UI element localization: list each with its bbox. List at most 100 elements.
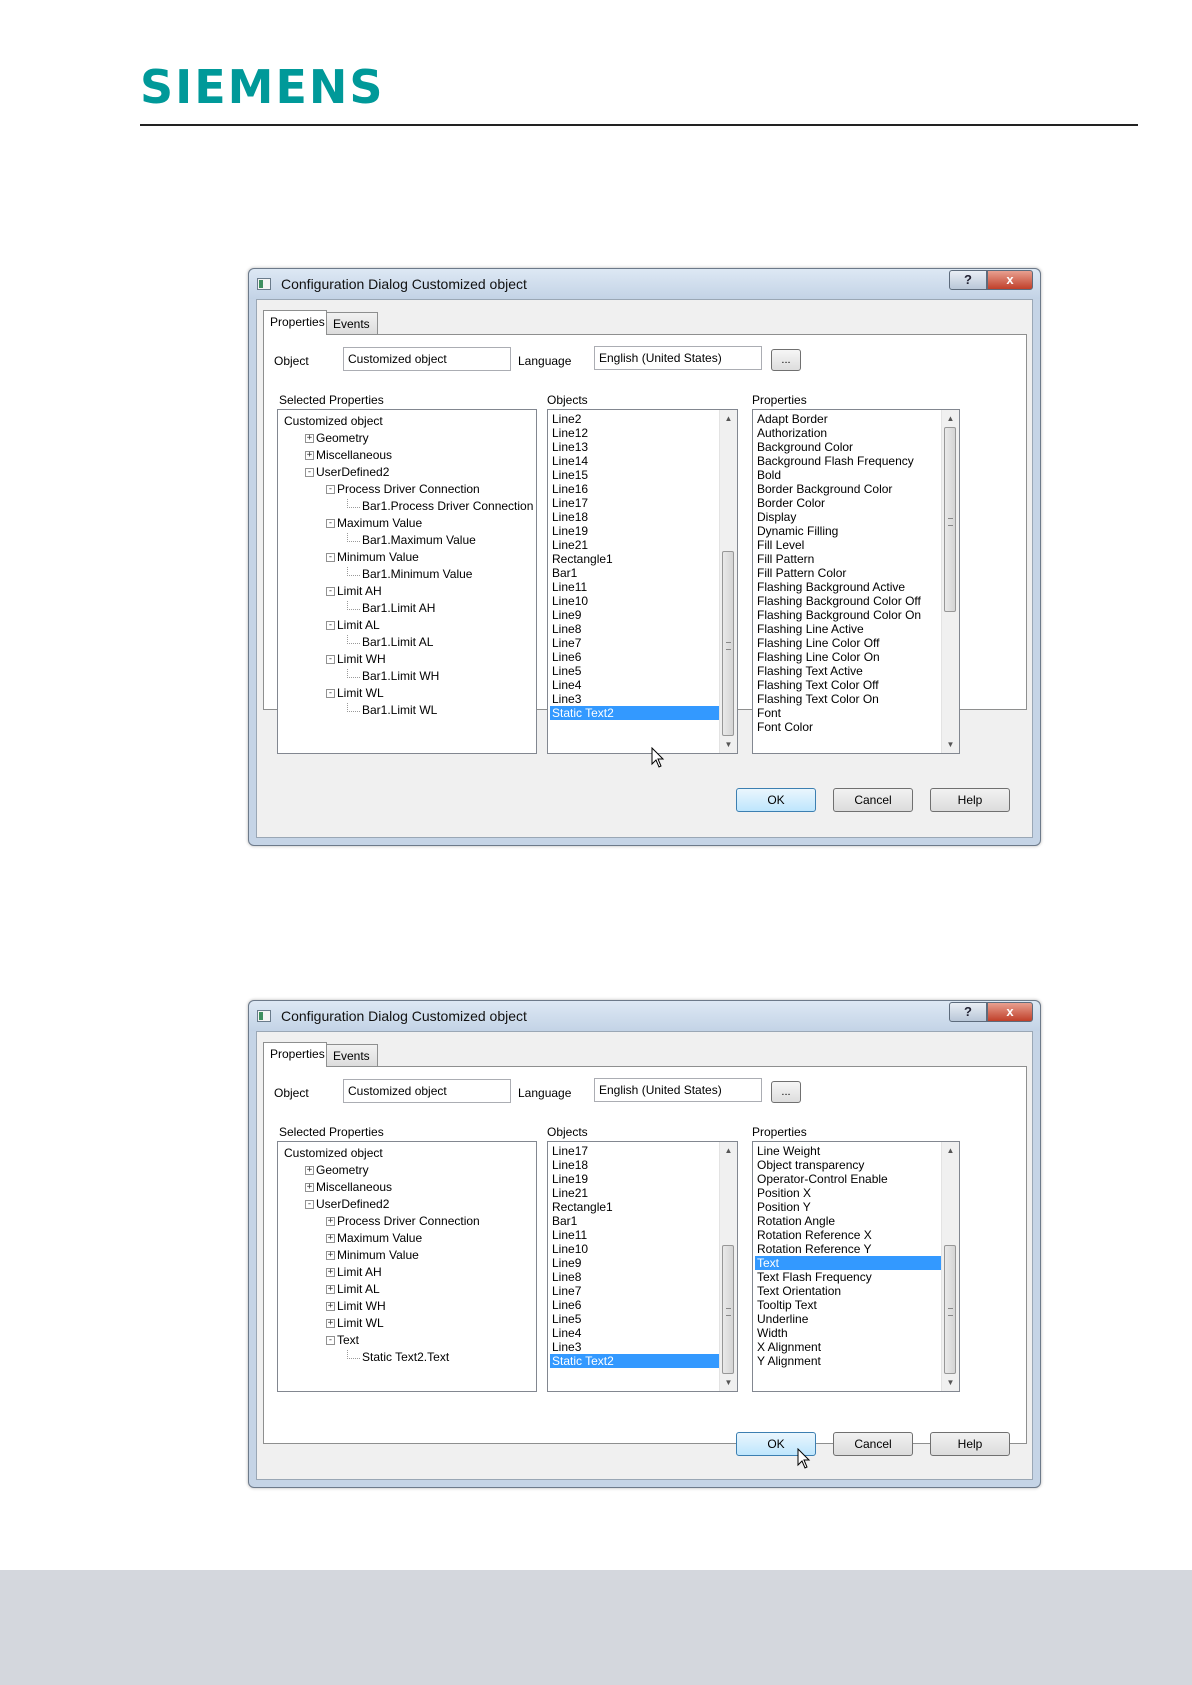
list-item[interactable]: Line10 <box>550 1242 721 1256</box>
list-item[interactable]: Line17 <box>550 1144 721 1158</box>
list-item[interactable]: Line2 <box>550 412 721 426</box>
list-item[interactable]: Line6 <box>550 1298 721 1312</box>
tree-node[interactable]: Customized object <box>278 413 536 430</box>
tree-node[interactable]: + Limit AL <box>278 1281 536 1298</box>
language-field[interactable]: English (United States) <box>594 1078 762 1102</box>
vertical-scrollbar[interactable]: ▲ ▼ <box>719 1142 737 1391</box>
list-item[interactable]: Line4 <box>550 1326 721 1340</box>
list-item[interactable]: Line6 <box>550 650 721 664</box>
cancel-button[interactable]: Cancel <box>833 1432 913 1456</box>
list-item[interactable]: Line11 <box>550 1228 721 1242</box>
help-button[interactable]: Help <box>930 788 1010 812</box>
expand-icon[interactable]: + <box>326 1302 335 1312</box>
collapse-icon[interactable]: - <box>326 655 335 665</box>
expand-icon[interactable]: + <box>326 1217 335 1227</box>
list-item[interactable]: Text <box>755 1256 943 1270</box>
list-item[interactable]: Width <box>755 1326 943 1340</box>
list-item[interactable]: Line4 <box>550 678 721 692</box>
tree-node[interactable]: Bar1.Minimum Value <box>278 566 536 583</box>
tree-node[interactable]: Bar1.Limit WL <box>278 702 536 719</box>
collapse-icon[interactable]: - <box>326 553 335 563</box>
tree-node[interactable]: Bar1.Maximum Value <box>278 532 536 549</box>
list-item[interactable]: Flashing Line Color On <box>755 650 943 664</box>
list-item[interactable]: Flashing Background Color On <box>755 608 943 622</box>
list-item[interactable]: Line12 <box>550 426 721 440</box>
scroll-thumb[interactable] <box>944 427 956 612</box>
tree-node[interactable]: + Geometry <box>278 1162 536 1179</box>
list-item[interactable]: Flashing Text Color Off <box>755 678 943 692</box>
tree-node[interactable]: - Process Driver Connection <box>278 481 536 498</box>
list-item[interactable]: Line5 <box>550 664 721 678</box>
list-item[interactable]: Line14 <box>550 454 721 468</box>
tab-properties[interactable]: Properties <box>263 1042 327 1067</box>
list-item[interactable]: Bar1 <box>550 1214 721 1228</box>
list-item[interactable]: Line18 <box>550 510 721 524</box>
list-item[interactable]: Object transparency <box>755 1158 943 1172</box>
list-item[interactable]: Rotation Reference X <box>755 1228 943 1242</box>
collapse-icon[interactable]: - <box>326 689 335 699</box>
language-field[interactable]: English (United States) <box>594 346 762 370</box>
tree-node[interactable]: + Limit AH <box>278 1264 536 1281</box>
tree-node[interactable]: - Maximum Value <box>278 515 536 532</box>
tree-node[interactable]: Static Text2.Text <box>278 1349 536 1366</box>
expand-icon[interactable]: + <box>305 1183 314 1193</box>
vertical-scrollbar[interactable]: ▲ ▼ <box>941 410 959 753</box>
cancel-button[interactable]: Cancel <box>833 788 913 812</box>
tab-events[interactable]: Events <box>326 312 378 334</box>
list-item[interactable]: Font <box>755 706 943 720</box>
list-item[interactable]: Line18 <box>550 1158 721 1172</box>
selected-properties-tree[interactable]: Customized object + Geometry + Miscellaneous… <box>277 1141 537 1392</box>
list-item[interactable]: Line8 <box>550 1270 721 1284</box>
expand-icon[interactable]: + <box>326 1268 335 1278</box>
list-item[interactable]: Rotation Reference Y <box>755 1242 943 1256</box>
list-item[interactable]: Line13 <box>550 440 721 454</box>
list-item[interactable]: Line17 <box>550 496 721 510</box>
language-browse-button[interactable]: ... <box>771 1081 801 1103</box>
collapse-icon[interactable]: - <box>326 587 335 597</box>
close-button[interactable]: x <box>987 1002 1033 1022</box>
list-item[interactable]: Line21 <box>550 538 721 552</box>
list-item[interactable]: Underline <box>755 1312 943 1326</box>
list-item[interactable]: Static Text2 <box>550 706 721 720</box>
tree-node[interactable]: - Limit AL <box>278 617 536 634</box>
list-item[interactable]: Line Weight <box>755 1144 943 1158</box>
tree-node[interactable]: Bar1.Limit AH <box>278 600 536 617</box>
list-item[interactable]: Rectangle1 <box>550 552 721 566</box>
list-item[interactable]: Line5 <box>550 1312 721 1326</box>
list-item[interactable]: Rotation Angle <box>755 1214 943 1228</box>
tree-node[interactable]: Bar1.Limit AL <box>278 634 536 651</box>
help-titlebar-button[interactable]: ? <box>949 1002 987 1022</box>
list-item[interactable]: Flashing Text Color On <box>755 692 943 706</box>
tree-node[interactable]: - Minimum Value <box>278 549 536 566</box>
scroll-thumb[interactable] <box>722 551 734 736</box>
tab-properties[interactable]: Properties <box>263 310 327 335</box>
tree-node[interactable]: + Minimum Value <box>278 1247 536 1264</box>
list-item[interactable]: Flashing Background Active <box>755 580 943 594</box>
tree-node[interactable]: - UserDefined2 <box>278 464 536 481</box>
tree-node[interactable]: + Limit WL <box>278 1315 536 1332</box>
dialog-titlebar[interactable]: Configuration Dialog Customized object ?… <box>249 269 1040 299</box>
tree-node[interactable]: + Miscellaneous <box>278 447 536 464</box>
tree-node[interactable]: + Limit WH <box>278 1298 536 1315</box>
scroll-down-icon[interactable]: ▼ <box>720 1374 737 1391</box>
list-item[interactable]: Static Text2 <box>550 1354 721 1368</box>
tree-node[interactable]: + Geometry <box>278 430 536 447</box>
scroll-down-icon[interactable]: ▼ <box>942 736 959 753</box>
object-field[interactable]: Customized object <box>343 347 511 371</box>
tree-node[interactable]: - Limit AH <box>278 583 536 600</box>
list-item[interactable]: Background Color <box>755 440 943 454</box>
list-item[interactable]: Background Flash Frequency <box>755 454 943 468</box>
list-item[interactable]: Line15 <box>550 468 721 482</box>
list-item[interactable]: Y Alignment <box>755 1354 943 1368</box>
list-item[interactable]: Adapt Border <box>755 412 943 426</box>
expand-icon[interactable]: + <box>305 434 314 444</box>
list-item[interactable]: Line19 <box>550 1172 721 1186</box>
help-button[interactable]: Help <box>930 1432 1010 1456</box>
expand-icon[interactable]: + <box>326 1234 335 1244</box>
expand-icon[interactable]: + <box>326 1319 335 1329</box>
close-button[interactable]: x <box>987 270 1033 290</box>
expand-icon[interactable]: + <box>305 1166 314 1176</box>
tree-node[interactable]: + Miscellaneous <box>278 1179 536 1196</box>
list-item[interactable]: Bold <box>755 468 943 482</box>
tree-node[interactable]: Bar1.Process Driver Connection <box>278 498 536 515</box>
